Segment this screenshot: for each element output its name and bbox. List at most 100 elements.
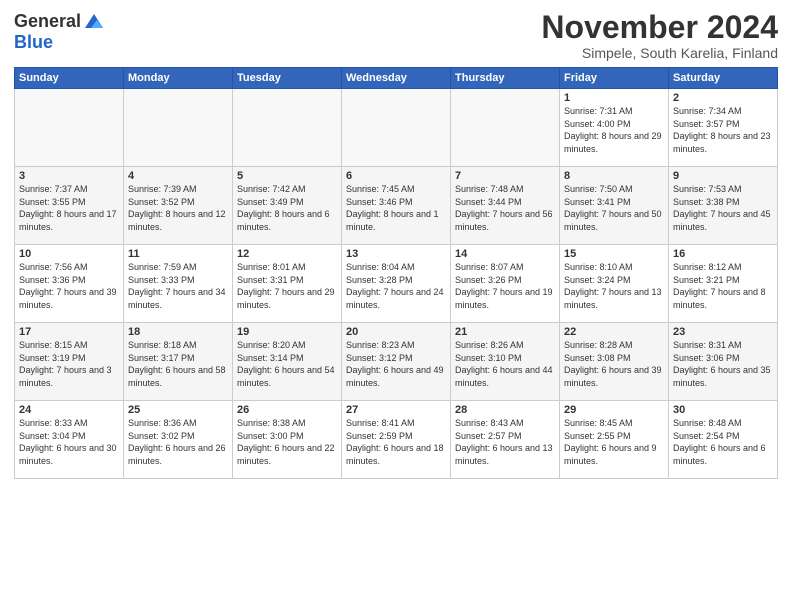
calendar-cell: 18Sunrise: 8:18 AM Sunset: 3:17 PM Dayli…: [124, 323, 233, 401]
calendar-cell: 6Sunrise: 7:45 AM Sunset: 3:46 PM Daylig…: [342, 167, 451, 245]
calendar-cell: [15, 89, 124, 167]
day-number: 20: [346, 326, 446, 338]
day-info: Sunrise: 8:41 AM Sunset: 2:59 PM Dayligh…: [346, 417, 446, 467]
col-tuesday: Tuesday: [233, 68, 342, 89]
logo-general: General: [14, 11, 81, 32]
day-number: 15: [564, 248, 664, 260]
calendar-cell: 23Sunrise: 8:31 AM Sunset: 3:06 PM Dayli…: [669, 323, 778, 401]
day-number: 24: [19, 404, 119, 416]
calendar-cell: 22Sunrise: 8:28 AM Sunset: 3:08 PM Dayli…: [560, 323, 669, 401]
calendar-cell: 28Sunrise: 8:43 AM Sunset: 2:57 PM Dayli…: [451, 401, 560, 479]
header-row: Sunday Monday Tuesday Wednesday Thursday…: [15, 68, 778, 89]
day-number: 6: [346, 170, 446, 182]
col-saturday: Saturday: [669, 68, 778, 89]
calendar-cell: 29Sunrise: 8:45 AM Sunset: 2:55 PM Dayli…: [560, 401, 669, 479]
logo: General Blue: [14, 10, 105, 53]
calendar-cell: 27Sunrise: 8:41 AM Sunset: 2:59 PM Dayli…: [342, 401, 451, 479]
calendar-cell: 9Sunrise: 7:53 AM Sunset: 3:38 PM Daylig…: [669, 167, 778, 245]
day-info: Sunrise: 8:04 AM Sunset: 3:28 PM Dayligh…: [346, 261, 446, 311]
calendar-cell: 16Sunrise: 8:12 AM Sunset: 3:21 PM Dayli…: [669, 245, 778, 323]
day-number: 18: [128, 326, 228, 338]
day-info: Sunrise: 8:48 AM Sunset: 2:54 PM Dayligh…: [673, 417, 773, 467]
calendar-cell: 8Sunrise: 7:50 AM Sunset: 3:41 PM Daylig…: [560, 167, 669, 245]
calendar-cell: [124, 89, 233, 167]
calendar-cell: 11Sunrise: 7:59 AM Sunset: 3:33 PM Dayli…: [124, 245, 233, 323]
subtitle: Simpele, South Karelia, Finland: [541, 45, 778, 61]
day-info: Sunrise: 8:28 AM Sunset: 3:08 PM Dayligh…: [564, 339, 664, 389]
day-number: 4: [128, 170, 228, 182]
day-info: Sunrise: 8:18 AM Sunset: 3:17 PM Dayligh…: [128, 339, 228, 389]
day-number: 9: [673, 170, 773, 182]
day-number: 30: [673, 404, 773, 416]
col-monday: Monday: [124, 68, 233, 89]
day-number: 7: [455, 170, 555, 182]
day-info: Sunrise: 7:42 AM Sunset: 3:49 PM Dayligh…: [237, 183, 337, 233]
day-info: Sunrise: 7:31 AM Sunset: 4:00 PM Dayligh…: [564, 105, 664, 155]
day-info: Sunrise: 8:36 AM Sunset: 3:02 PM Dayligh…: [128, 417, 228, 467]
day-number: 27: [346, 404, 446, 416]
day-number: 2: [673, 92, 773, 104]
day-number: 10: [19, 248, 119, 260]
day-info: Sunrise: 7:53 AM Sunset: 3:38 PM Dayligh…: [673, 183, 773, 233]
day-info: Sunrise: 7:59 AM Sunset: 3:33 PM Dayligh…: [128, 261, 228, 311]
day-info: Sunrise: 8:20 AM Sunset: 3:14 PM Dayligh…: [237, 339, 337, 389]
day-number: 5: [237, 170, 337, 182]
day-info: Sunrise: 7:37 AM Sunset: 3:55 PM Dayligh…: [19, 183, 119, 233]
calendar-week-2: 3Sunrise: 7:37 AM Sunset: 3:55 PM Daylig…: [15, 167, 778, 245]
day-number: 8: [564, 170, 664, 182]
calendar-cell: 24Sunrise: 8:33 AM Sunset: 3:04 PM Dayli…: [15, 401, 124, 479]
calendar-cell: 13Sunrise: 8:04 AM Sunset: 3:28 PM Dayli…: [342, 245, 451, 323]
calendar-cell: 30Sunrise: 8:48 AM Sunset: 2:54 PM Dayli…: [669, 401, 778, 479]
logo-blue: Blue: [14, 32, 53, 53]
day-info: Sunrise: 8:12 AM Sunset: 3:21 PM Dayligh…: [673, 261, 773, 311]
day-info: Sunrise: 7:45 AM Sunset: 3:46 PM Dayligh…: [346, 183, 446, 233]
col-thursday: Thursday: [451, 68, 560, 89]
calendar-cell: 4Sunrise: 7:39 AM Sunset: 3:52 PM Daylig…: [124, 167, 233, 245]
day-number: 25: [128, 404, 228, 416]
day-info: Sunrise: 8:43 AM Sunset: 2:57 PM Dayligh…: [455, 417, 555, 467]
title-area: November 2024 Simpele, South Karelia, Fi…: [541, 10, 778, 61]
calendar-cell: 10Sunrise: 7:56 AM Sunset: 3:36 PM Dayli…: [15, 245, 124, 323]
calendar-cell: 26Sunrise: 8:38 AM Sunset: 3:00 PM Dayli…: [233, 401, 342, 479]
logo-icon: [83, 10, 105, 32]
calendar: Sunday Monday Tuesday Wednesday Thursday…: [14, 67, 778, 479]
day-info: Sunrise: 8:10 AM Sunset: 3:24 PM Dayligh…: [564, 261, 664, 311]
day-info: Sunrise: 8:45 AM Sunset: 2:55 PM Dayligh…: [564, 417, 664, 467]
day-info: Sunrise: 8:23 AM Sunset: 3:12 PM Dayligh…: [346, 339, 446, 389]
month-title: November 2024: [541, 10, 778, 45]
calendar-cell: 1Sunrise: 7:31 AM Sunset: 4:00 PM Daylig…: [560, 89, 669, 167]
day-number: 19: [237, 326, 337, 338]
day-info: Sunrise: 8:33 AM Sunset: 3:04 PM Dayligh…: [19, 417, 119, 467]
calendar-week-3: 10Sunrise: 7:56 AM Sunset: 3:36 PM Dayli…: [15, 245, 778, 323]
day-number: 13: [346, 248, 446, 260]
day-number: 12: [237, 248, 337, 260]
calendar-cell: 25Sunrise: 8:36 AM Sunset: 3:02 PM Dayli…: [124, 401, 233, 479]
day-number: 29: [564, 404, 664, 416]
col-sunday: Sunday: [15, 68, 124, 89]
day-number: 21: [455, 326, 555, 338]
calendar-cell: [342, 89, 451, 167]
header: General Blue November 2024 Simpele, Sout…: [14, 10, 778, 61]
day-info: Sunrise: 7:34 AM Sunset: 3:57 PM Dayligh…: [673, 105, 773, 155]
day-number: 3: [19, 170, 119, 182]
calendar-cell: [451, 89, 560, 167]
day-number: 14: [455, 248, 555, 260]
calendar-week-5: 24Sunrise: 8:33 AM Sunset: 3:04 PM Dayli…: [15, 401, 778, 479]
day-info: Sunrise: 7:56 AM Sunset: 3:36 PM Dayligh…: [19, 261, 119, 311]
calendar-cell: [233, 89, 342, 167]
col-friday: Friday: [560, 68, 669, 89]
day-number: 28: [455, 404, 555, 416]
day-info: Sunrise: 7:39 AM Sunset: 3:52 PM Dayligh…: [128, 183, 228, 233]
day-info: Sunrise: 8:01 AM Sunset: 3:31 PM Dayligh…: [237, 261, 337, 311]
day-info: Sunrise: 8:26 AM Sunset: 3:10 PM Dayligh…: [455, 339, 555, 389]
calendar-cell: 15Sunrise: 8:10 AM Sunset: 3:24 PM Dayli…: [560, 245, 669, 323]
day-info: Sunrise: 7:50 AM Sunset: 3:41 PM Dayligh…: [564, 183, 664, 233]
calendar-week-1: 1Sunrise: 7:31 AM Sunset: 4:00 PM Daylig…: [15, 89, 778, 167]
day-info: Sunrise: 8:15 AM Sunset: 3:19 PM Dayligh…: [19, 339, 119, 389]
day-number: 16: [673, 248, 773, 260]
col-wednesday: Wednesday: [342, 68, 451, 89]
day-number: 17: [19, 326, 119, 338]
day-info: Sunrise: 7:48 AM Sunset: 3:44 PM Dayligh…: [455, 183, 555, 233]
day-info: Sunrise: 8:31 AM Sunset: 3:06 PM Dayligh…: [673, 339, 773, 389]
day-info: Sunrise: 8:38 AM Sunset: 3:00 PM Dayligh…: [237, 417, 337, 467]
